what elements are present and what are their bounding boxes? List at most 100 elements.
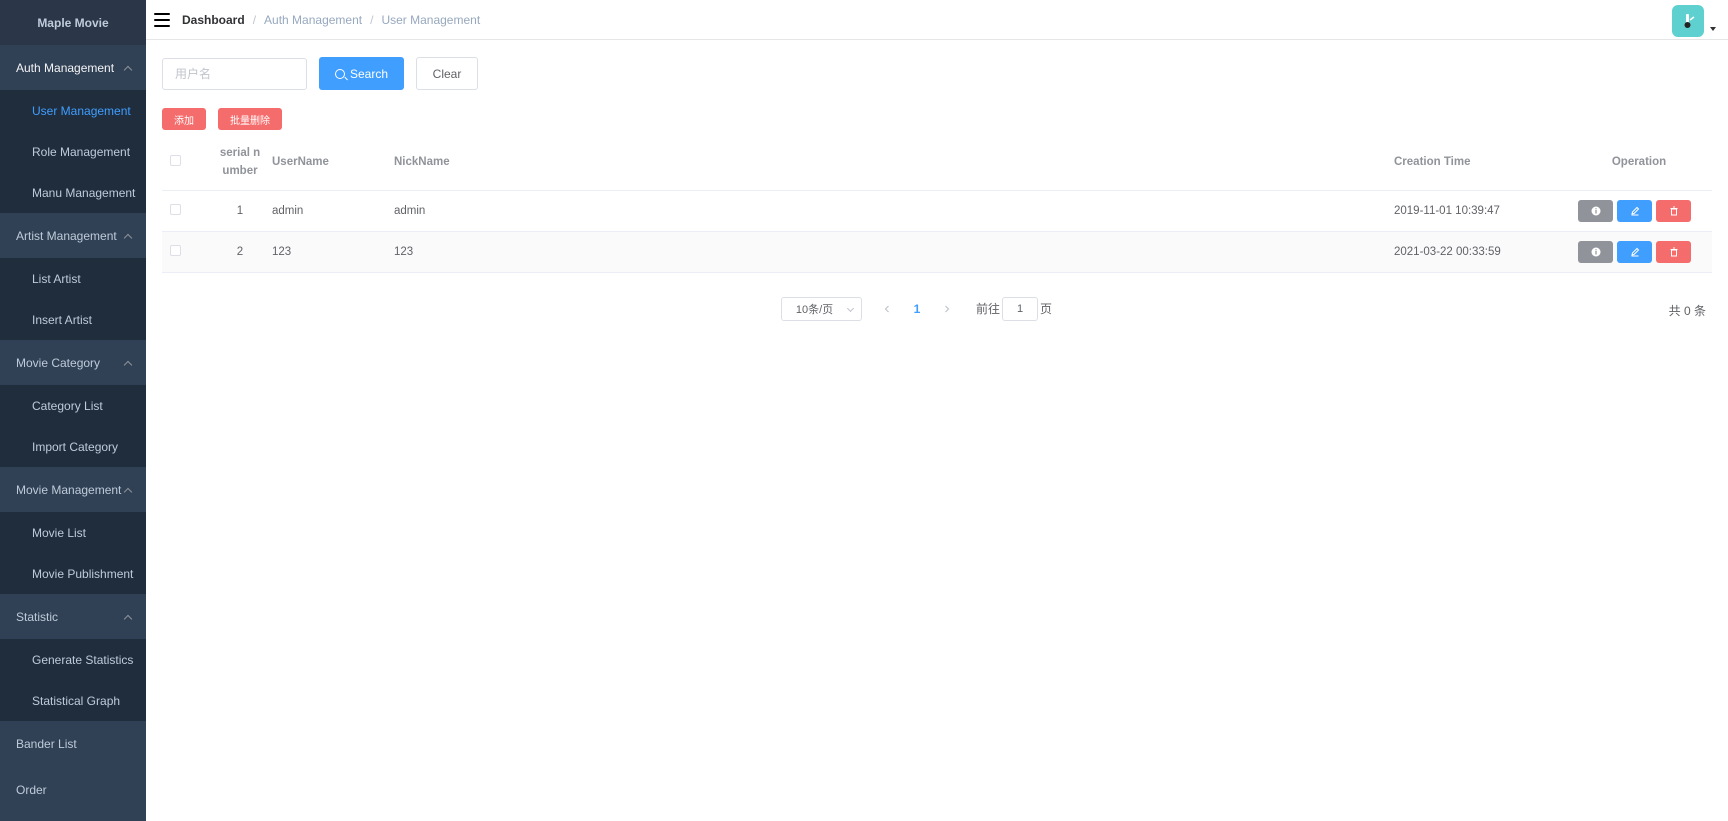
sidebar-item-movie-list[interactable]: Movie List bbox=[0, 512, 146, 553]
sidebar-item-manu-management[interactable]: Manu Management bbox=[0, 172, 146, 213]
row-checkbox[interactable] bbox=[170, 203, 181, 215]
cell-username: 123 bbox=[272, 231, 394, 273]
cell-nickname: admin bbox=[394, 190, 1394, 232]
sidebar-item-category-list[interactable]: Category List bbox=[0, 385, 146, 426]
action-bar: 添加 批量删除 bbox=[162, 108, 1712, 130]
header-creation-time: Creation Time bbox=[1394, 134, 1566, 191]
sidebar-item-generate-statistics[interactable]: Generate Statistics bbox=[0, 639, 146, 680]
breadcrumb-dashboard[interactable]: Dashboard bbox=[182, 13, 245, 27]
info-icon bbox=[1591, 247, 1600, 256]
header-username: UserName bbox=[272, 134, 394, 191]
header-select-all[interactable] bbox=[162, 134, 208, 191]
caret-down-icon[interactable] bbox=[1710, 27, 1716, 31]
submenu-artist: List Artist Insert Artist bbox=[0, 258, 146, 340]
page-number-current[interactable]: 1 bbox=[902, 302, 932, 316]
select-all-checkbox[interactable] bbox=[170, 154, 181, 166]
user-menu[interactable] bbox=[1672, 5, 1716, 37]
delete-icon bbox=[1670, 247, 1677, 256]
info-button[interactable] bbox=[1578, 240, 1613, 263]
breadcrumb-auth-management: Auth Management bbox=[264, 12, 363, 27]
cell-creation-time: 2019-11-01 10:39:47 bbox=[1394, 190, 1566, 232]
edit-icon bbox=[1630, 206, 1639, 215]
prev-page-button[interactable] bbox=[872, 305, 902, 313]
cell-operation bbox=[1566, 231, 1712, 273]
menu-group-movie: Movie Management Movie List Movie Publis… bbox=[0, 467, 146, 594]
cell-operation bbox=[1566, 190, 1712, 232]
sidebar-item-list-artist[interactable]: List Artist bbox=[0, 258, 146, 299]
menu-title-auth-management[interactable]: Auth Management bbox=[0, 45, 146, 90]
header-nickname: NickName bbox=[394, 134, 1394, 191]
page-size-select[interactable]: 10条/页 bbox=[781, 296, 862, 321]
table-header-row: serial n umber UserName NickName Creatio… bbox=[162, 134, 1712, 191]
chevron-right-icon bbox=[945, 305, 950, 312]
navbar: Dashboard / Auth Management / User Manag… bbox=[146, 0, 1728, 40]
header-operation: Operation bbox=[1566, 134, 1712, 191]
row-checkbox[interactable] bbox=[170, 244, 181, 256]
edit-button[interactable] bbox=[1617, 199, 1652, 222]
batch-delete-button[interactable]: 批量删除 bbox=[218, 108, 282, 130]
brand-title[interactable]: Maple Movie bbox=[0, 0, 146, 45]
table-row: 1 admin admin 2019-11-01 10:39:47 bbox=[162, 190, 1712, 232]
edit-icon bbox=[1630, 247, 1639, 256]
sidebar-item-user-management[interactable]: User Management bbox=[0, 90, 146, 131]
sidebar-item-role-management[interactable]: Role Management bbox=[0, 131, 146, 172]
table-row: 2 123 123 2021-03-22 00:33:59 bbox=[162, 231, 1712, 273]
search-icon bbox=[334, 68, 345, 79]
chevron-up-icon bbox=[124, 359, 132, 367]
breadcrumb-separator: / bbox=[252, 12, 257, 27]
info-button[interactable] bbox=[1578, 199, 1613, 222]
menu-title-label: Artist Management bbox=[16, 228, 117, 243]
breadcrumb: Dashboard / Auth Management / User Manag… bbox=[182, 13, 480, 27]
search-button-label: Search bbox=[349, 66, 389, 81]
edit-button[interactable] bbox=[1617, 240, 1652, 263]
sidebar-item-import-category[interactable]: Import Category bbox=[0, 426, 146, 467]
cell-index: 2 bbox=[208, 231, 272, 273]
cell-username: admin bbox=[272, 190, 394, 232]
clear-button[interactable]: Clear bbox=[416, 57, 478, 90]
goto-suffix: 页 bbox=[1040, 302, 1053, 316]
submenu-statistic: Generate Statistics Statistical Graph bbox=[0, 639, 146, 721]
pagination: 10条/页 1 前往 1 页 共 0 条 bbox=[162, 296, 1712, 329]
menu-title-movie-management[interactable]: Movie Management bbox=[0, 467, 146, 512]
sidebar-item-bander-list[interactable]: Bander List bbox=[0, 721, 146, 767]
sidebar-item-insert-artist[interactable]: Insert Artist bbox=[0, 299, 146, 340]
sidebar-item-order[interactable]: Order bbox=[0, 767, 146, 813]
sidebar: Maple Movie Auth Management User Managem… bbox=[0, 0, 146, 821]
chevron-up-icon bbox=[124, 486, 132, 494]
hamburger-icon[interactable] bbox=[154, 12, 170, 27]
cell-creation-time: 2021-03-22 00:33:59 bbox=[1394, 231, 1566, 273]
menu-group-artist: Artist Management List Artist Insert Art… bbox=[0, 213, 146, 340]
cell-nickname: 123 bbox=[394, 231, 1394, 273]
total-count: 共 0 条 bbox=[1668, 303, 1706, 318]
submenu-movie: Movie List Movie Publishment bbox=[0, 512, 146, 594]
submenu-auth: User Management Role Management Manu Man… bbox=[0, 90, 146, 213]
search-button[interactable]: Search bbox=[319, 57, 404, 90]
goto-prefix: 前往 bbox=[976, 302, 1001, 316]
menu-title-artist-management[interactable]: Artist Management bbox=[0, 213, 146, 258]
username-search-input[interactable]: 用户名 bbox=[162, 57, 307, 90]
menu-group-auth: Auth Management User Management Role Man… bbox=[0, 45, 146, 213]
submenu-category: Category List Import Category bbox=[0, 385, 146, 467]
menu-title-movie-category[interactable]: Movie Category bbox=[0, 340, 146, 385]
delete-button[interactable] bbox=[1656, 199, 1691, 222]
user-table: serial n umber UserName NickName Creatio… bbox=[162, 134, 1712, 273]
menu-title-statistic[interactable]: Statistic bbox=[0, 594, 146, 639]
info-icon bbox=[1591, 206, 1600, 215]
next-page-button[interactable] bbox=[932, 305, 962, 313]
menu-group-statistic: Statistic Generate Statistics Statistica… bbox=[0, 594, 146, 721]
menu-title-label: Movie Management bbox=[16, 482, 122, 497]
search-bar: 用户名 Search Clear bbox=[162, 57, 1712, 90]
goto-page-input[interactable]: 1 bbox=[1002, 296, 1039, 321]
avatar[interactable] bbox=[1672, 5, 1704, 37]
sidebar-item-statistical-graph[interactable]: Statistical Graph bbox=[0, 680, 146, 721]
pagination-controls: 10条/页 1 前往 1 页 bbox=[781, 296, 1053, 321]
delete-button[interactable] bbox=[1656, 240, 1691, 263]
breadcrumb-separator: / bbox=[370, 12, 374, 27]
sidebar-item-movie-publishment[interactable]: Movie Publishment bbox=[0, 553, 146, 594]
chevron-up-icon bbox=[124, 613, 132, 621]
breadcrumb-user-management: User Management bbox=[381, 12, 481, 27]
chevron-up-icon bbox=[124, 64, 132, 72]
add-button[interactable]: 添加 bbox=[162, 108, 206, 130]
menu-group-category: Movie Category Category List Import Cate… bbox=[0, 340, 146, 467]
menu-title-label: Auth Management bbox=[16, 60, 115, 75]
